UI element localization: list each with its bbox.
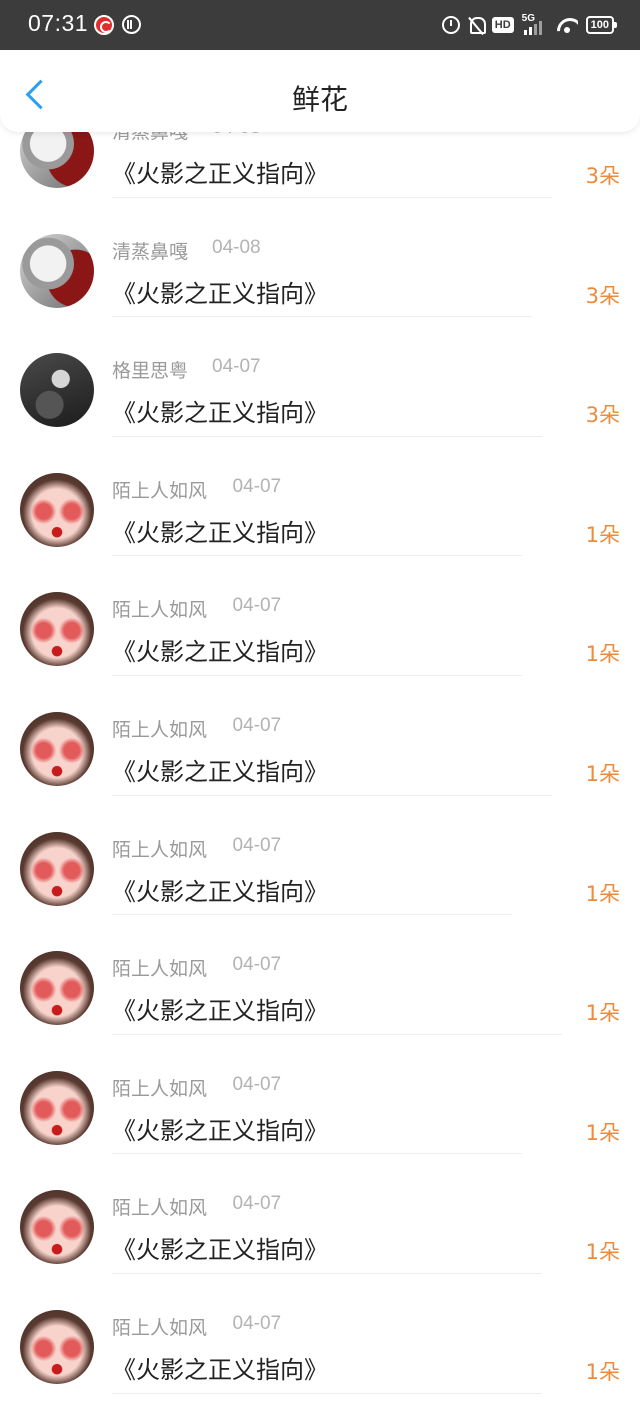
gift-date: 04-07 bbox=[232, 1312, 282, 1334]
flower-count: 1朵 bbox=[585, 642, 620, 667]
list-item[interactable]: 陌上人如风 04-07 《火影之正义指向》 1朵 bbox=[0, 915, 640, 1035]
book-title: 《火影之正义指向》 bbox=[112, 160, 328, 188]
list-item[interactable]: 陌上人如风 04-07 《火影之正义指向》 1朵 bbox=[0, 676, 640, 796]
user-name: 陌上人如风 bbox=[112, 718, 208, 741]
list-item[interactable]: 格里思粤 04-07 《火影之正义指向》 3朵 bbox=[0, 317, 640, 437]
avatar[interactable] bbox=[20, 1309, 94, 1384]
status-time: 07:31 bbox=[28, 10, 89, 36]
book-title: 《火影之正义指向》 bbox=[112, 997, 328, 1026]
book-title: 《火影之正义指向》 bbox=[112, 1116, 328, 1145]
list-item[interactable]: 陌上人如风 04-07 《火影之正义指向》 1朵 bbox=[0, 1035, 640, 1155]
list-item[interactable]: 陌上人如风 04-07 《火影之正义指向》 1朵 bbox=[0, 796, 640, 916]
gift-date: 04-07 bbox=[232, 1193, 282, 1215]
book-title: 《火影之正义指向》 bbox=[112, 399, 328, 428]
flower-list: 清蒸鼻嘎04-08《火影之正义指向》3朵清蒸鼻嘎04-08《火影之正义指向》3朵… bbox=[0, 78, 640, 1394]
flower-count: 1朵 bbox=[585, 1001, 620, 1026]
divider bbox=[112, 1392, 542, 1394]
list-item[interactable]: 陌上人如风 04-07 《火影之正义指向》 1朵 bbox=[0, 437, 640, 557]
flower-count: 3朵 bbox=[585, 164, 620, 188]
avatar[interactable] bbox=[20, 353, 94, 428]
gift-date: 04-07 bbox=[232, 595, 282, 617]
book-title: 《火影之正义指向》 bbox=[112, 1355, 328, 1384]
status-icons: HD 5G 100 bbox=[441, 13, 618, 36]
flower-count: 1朵 bbox=[585, 1240, 620, 1265]
user-name: 陌上人如风 bbox=[112, 1197, 208, 1220]
status-bar: 07:31 HD 5G 100 bbox=[0, 0, 640, 50]
page-title: 鲜花 bbox=[291, 83, 348, 116]
mute-bell-icon bbox=[468, 16, 486, 34]
gift-date: 04-07 bbox=[212, 356, 261, 378]
user-name: 清蒸鼻嘎 bbox=[112, 240, 189, 263]
user-name: 陌上人如风 bbox=[112, 1077, 208, 1100]
network-label: 5G bbox=[521, 13, 535, 24]
user-name: 陌上人如风 bbox=[112, 1316, 208, 1339]
user-name: 陌上人如风 bbox=[112, 958, 208, 981]
header: 鲜花 bbox=[0, 50, 640, 132]
flower-count: 3朵 bbox=[585, 403, 620, 428]
gift-date: 04-07 bbox=[232, 834, 282, 856]
book-title: 《火影之正义指向》 bbox=[112, 279, 328, 308]
book-title: 《火影之正义指向》 bbox=[112, 1236, 328, 1265]
music-app-icon bbox=[94, 15, 114, 35]
avatar[interactable] bbox=[20, 1070, 94, 1145]
flower-count: 3朵 bbox=[585, 283, 620, 308]
avatar[interactable] bbox=[20, 592, 94, 667]
flower-count: 1朵 bbox=[585, 881, 620, 906]
gift-date: 04-07 bbox=[232, 954, 282, 976]
gift-date: 04-08 bbox=[212, 236, 261, 258]
book-title: 《火影之正义指向》 bbox=[112, 518, 328, 547]
avatar[interactable] bbox=[20, 951, 94, 1026]
avatar[interactable] bbox=[20, 711, 94, 786]
hd-icon: HD bbox=[491, 17, 514, 33]
flower-count: 1朵 bbox=[585, 761, 620, 786]
user-name: 陌上人如风 bbox=[112, 479, 208, 502]
list-item[interactable]: 清蒸鼻嘎 04-08 《火影之正义指向》 3朵 bbox=[0, 198, 640, 318]
battery-icon: 100 bbox=[585, 16, 618, 34]
book-title: 《火影之正义指向》 bbox=[112, 877, 328, 906]
alarm-icon bbox=[441, 16, 460, 34]
avatar[interactable] bbox=[20, 1190, 94, 1265]
list-item[interactable]: 陌上人如风 04-07 《火影之正义指向》 1朵 bbox=[0, 1274, 640, 1394]
avatar[interactable] bbox=[20, 831, 94, 906]
flower-count: 1朵 bbox=[585, 522, 620, 547]
avatar[interactable] bbox=[20, 233, 94, 308]
list-item[interactable]: 陌上人如风 04-07 《火影之正义指向》 1朵 bbox=[0, 556, 640, 676]
gift-date: 04-07 bbox=[232, 475, 282, 497]
app-notification-icon bbox=[122, 15, 141, 34]
book-title: 《火影之正义指向》 bbox=[112, 757, 328, 786]
avatar[interactable] bbox=[20, 472, 94, 547]
wifi-icon bbox=[556, 16, 578, 34]
user-name: 陌上人如风 bbox=[112, 599, 208, 622]
list-item[interactable]: 陌上人如风 04-07 《火影之正义指向》 1朵 bbox=[0, 1154, 640, 1274]
user-name: 格里思粤 bbox=[112, 360, 189, 383]
flower-count: 1朵 bbox=[585, 1359, 620, 1384]
gift-date: 04-07 bbox=[232, 1073, 282, 1095]
user-name: 陌上人如风 bbox=[112, 838, 208, 861]
flower-count: 1朵 bbox=[585, 1120, 620, 1145]
gift-date: 04-07 bbox=[232, 714, 282, 736]
book-title: 《火影之正义指向》 bbox=[112, 638, 328, 667]
signal-5g-icon: 5G bbox=[521, 13, 548, 36]
